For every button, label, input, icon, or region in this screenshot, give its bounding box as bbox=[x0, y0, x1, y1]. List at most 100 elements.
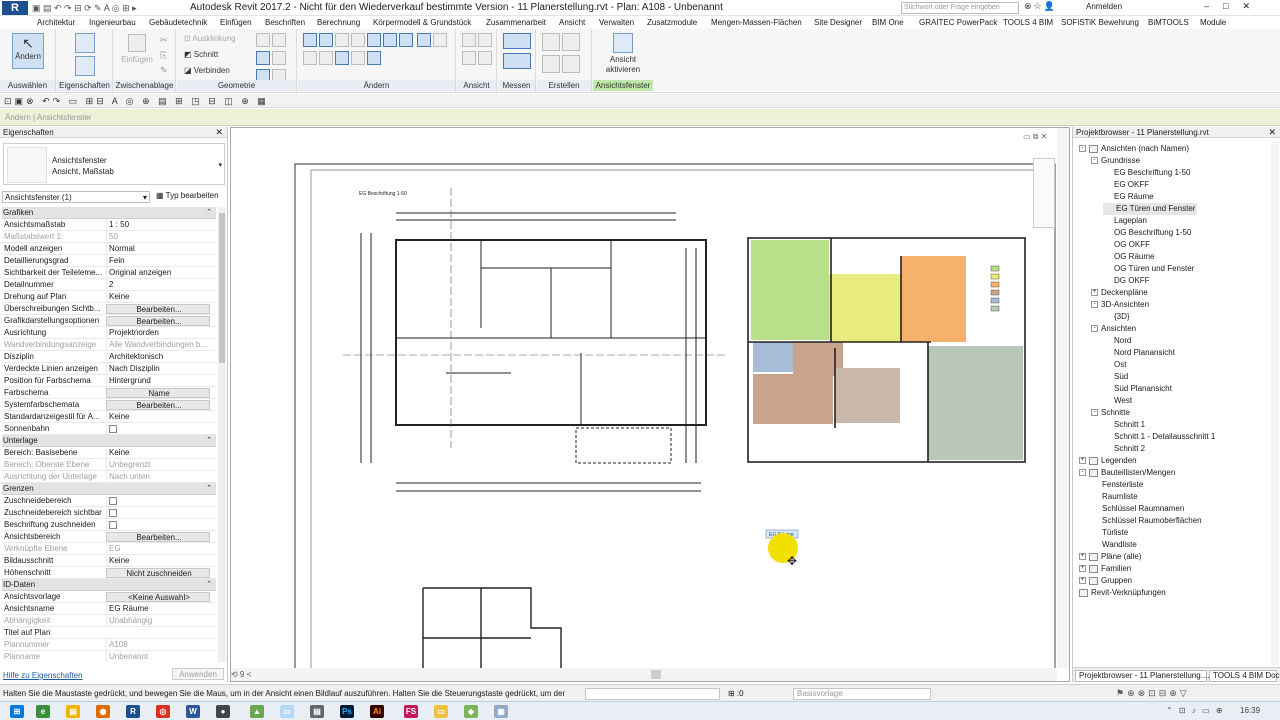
collapse-icon[interactable]: - bbox=[1091, 409, 1098, 417]
property-value[interactable]: Nach Disziplin bbox=[106, 363, 210, 374]
secondary-toolbar-icons[interactable]: ⊡▣⊗ ↶↷ ▭ ⊞⊟ A ◎ ⊕ ▤ ⊞ ◳ ⊟ ◫ ⊕ ▦ bbox=[0, 94, 1280, 108]
firefox-icon[interactable]: ◉ bbox=[96, 705, 110, 718]
ribbon-tab-13[interactable]: BIM One bbox=[872, 18, 904, 27]
property-group-header[interactable]: Grenzen ⌃ bbox=[2, 483, 216, 495]
tree-item[interactable]: Ost bbox=[1103, 359, 1126, 371]
tree-item[interactable]: Schnitt 1 - Detailausschnitt 1 bbox=[1103, 431, 1215, 443]
ribbon-tab-2[interactable]: Gebäudetechnik bbox=[149, 18, 207, 27]
explorer-icon[interactable]: ▤ bbox=[66, 705, 80, 718]
collapse-icon[interactable]: ⌃ bbox=[206, 483, 212, 495]
ribbon-tab-4[interactable]: Beschriften bbox=[265, 18, 305, 27]
ribbon-tab-17[interactable]: BiMTOOLS bbox=[1148, 18, 1189, 27]
tree-item[interactable]: {3D} bbox=[1103, 311, 1130, 323]
property-value[interactable]: EG Räume bbox=[106, 603, 210, 614]
property-value[interactable]: Keine bbox=[106, 447, 210, 458]
tree-item[interactable]: Raumliste bbox=[1091, 491, 1138, 503]
quick-access-toolbar-icons[interactable]: ▣ ▤ ↶ ↷ ⊟ ⟳ ✎ A ◎ ⊞ ▸ bbox=[32, 3, 137, 14]
tree-item[interactable]: - Ansichten (nach Namen) bbox=[1079, 143, 1189, 155]
expand-icon[interactable]: + bbox=[1079, 553, 1086, 561]
collapse-icon[interactable]: ⌃ bbox=[206, 207, 212, 219]
tree-item[interactable]: EG Beschriftung 1-50 bbox=[1103, 167, 1190, 179]
property-value[interactable]: Keine bbox=[106, 555, 210, 566]
app-icon[interactable]: ● bbox=[216, 705, 230, 718]
infocenter-icons[interactable]: ⊗☆👤 bbox=[1024, 1, 1057, 12]
tree-item[interactable]: - Bauteillisten/Mengen bbox=[1079, 467, 1175, 479]
ribbon-tab-8[interactable]: Ansicht bbox=[559, 18, 585, 27]
app-icon[interactable]: FS bbox=[404, 705, 418, 718]
window-controls[interactable]: –□✕ bbox=[1204, 1, 1264, 12]
ribbon-tab-15[interactable]: TOOLS 4 BIM bbox=[1003, 18, 1053, 27]
tree-item[interactable]: EG OKFF bbox=[1103, 179, 1149, 191]
create-tool-icons[interactable] bbox=[541, 32, 581, 76]
tree-item[interactable]: OG OKFF bbox=[1103, 239, 1150, 251]
property-value[interactable]: 2 bbox=[106, 279, 210, 290]
app-icon[interactable]: ▤ bbox=[310, 705, 324, 718]
expand-icon[interactable]: + bbox=[1079, 565, 1086, 573]
ribbon-tab-10[interactable]: Zusatzmodule bbox=[647, 18, 697, 27]
property-edit-button[interactable]: Bearbeiten... bbox=[106, 316, 210, 326]
tree-item[interactable]: + Familien bbox=[1079, 563, 1131, 575]
tree-item[interactable]: + Gruppen bbox=[1079, 575, 1132, 587]
ribbon-tab-18[interactable]: Module bbox=[1200, 18, 1226, 27]
scrollbar-thumb[interactable] bbox=[651, 670, 661, 679]
cutout-button[interactable]: ⊡ Ausklinkung bbox=[184, 34, 236, 43]
app-icon[interactable]: ◆ bbox=[464, 705, 478, 718]
collapse-icon[interactable]: ⌃ bbox=[206, 435, 212, 447]
property-group-header[interactable]: Unterlage ⌃ bbox=[2, 435, 216, 447]
tree-item[interactable]: - Ansichten bbox=[1091, 323, 1136, 335]
tree-item[interactable]: Türliste bbox=[1091, 527, 1128, 539]
tree-item[interactable]: Süd Planansicht bbox=[1103, 383, 1172, 395]
workset-dropdown[interactable] bbox=[585, 688, 720, 700]
revit-taskbar-icon[interactable]: R bbox=[126, 705, 140, 718]
tree-item[interactable]: + Legenden bbox=[1079, 455, 1137, 467]
tree-item[interactable]: Revit-Verknüpfungen bbox=[1079, 587, 1166, 599]
search-input[interactable]: Stichwort oder Frage eingeben bbox=[901, 2, 1019, 14]
select-panel-label[interactable]: Auswählen bbox=[0, 80, 55, 91]
ribbon-tab-14[interactable]: GRAITEC PowerPack bbox=[919, 18, 997, 27]
property-value[interactable]: Original anzeigen bbox=[106, 267, 210, 278]
tree-item[interactable]: + Pläne (alle) bbox=[1079, 551, 1141, 563]
navigation-bar[interactable] bbox=[1033, 158, 1055, 228]
collapse-icon[interactable]: ⌃ bbox=[206, 579, 212, 591]
tree-item[interactable]: Fensterliste bbox=[1091, 479, 1143, 491]
property-edit-button[interactable]: Name bbox=[106, 388, 210, 398]
design-option-dropdown[interactable]: Basisvorlage bbox=[793, 688, 931, 700]
tree-item[interactable]: Nord Planansicht bbox=[1103, 347, 1175, 359]
expand-icon[interactable]: + bbox=[1079, 457, 1086, 465]
checkbox[interactable] bbox=[109, 497, 117, 505]
modify-tool-icons[interactable] bbox=[302, 32, 452, 68]
app-icon[interactable]: ▣ bbox=[494, 705, 508, 718]
tree-item[interactable]: EG Räume bbox=[1103, 191, 1154, 203]
property-value[interactable] bbox=[106, 519, 210, 530]
property-value[interactable]: Normal bbox=[106, 243, 210, 254]
ribbon-tab-11[interactable]: Mengen-Massen-Flächen bbox=[711, 18, 802, 27]
apply-button[interactable]: Anwenden bbox=[172, 668, 224, 680]
tree-item[interactable]: DG OKFF bbox=[1103, 275, 1150, 287]
checkbox[interactable] bbox=[109, 521, 117, 529]
vertical-scrollbar[interactable] bbox=[1057, 128, 1069, 668]
tree-item[interactable]: -3D-Ansichten bbox=[1091, 299, 1149, 311]
chevron-down-icon[interactable]: ▾ bbox=[218, 161, 222, 169]
ribbon-tab-16[interactable]: SOFiSTiK Bewehrung bbox=[1061, 18, 1139, 27]
photoshop-icon[interactable]: Ps bbox=[340, 705, 354, 718]
tab-tools4bim-dock[interactable]: TOOLS 4 BIM Dock bbox=[1209, 670, 1280, 682]
tree-item[interactable]: Schlüssel Raumoberflächen bbox=[1091, 515, 1202, 527]
type-properties-icon[interactable] bbox=[75, 56, 95, 78]
properties-scrollbar[interactable] bbox=[218, 207, 226, 662]
property-value[interactable]: Keine bbox=[106, 291, 210, 302]
geometry-tool-icons[interactable] bbox=[255, 32, 287, 86]
expand-icon[interactable]: + bbox=[1079, 577, 1086, 585]
selection-filter-icons[interactable]: ⚑⊕⊗⊡⊟⊕▽ bbox=[1116, 688, 1190, 699]
scrollbar-thumb[interactable] bbox=[219, 213, 225, 363]
activate-view-button[interactable]: Ansicht aktivieren bbox=[599, 33, 647, 75]
ribbon-tab-5[interactable]: Berechnung bbox=[317, 18, 360, 27]
cut-button[interactable]: ◩ Schnitt bbox=[184, 50, 218, 59]
close-icon[interactable]: ✕ bbox=[215, 127, 223, 138]
view-control-icons[interactable]: ⟲ 9 < bbox=[231, 670, 251, 679]
tree-item[interactable]: Süd bbox=[1103, 371, 1128, 383]
tree-item[interactable]: Lageplan bbox=[1103, 215, 1147, 227]
ribbon-tab-6[interactable]: Körpermodell & Grundstück bbox=[373, 18, 471, 27]
view-tool-icons[interactable] bbox=[461, 32, 493, 68]
ribbon-tab-9[interactable]: Verwalten bbox=[599, 18, 634, 27]
modify-button[interactable]: ↖ Ändern bbox=[12, 33, 44, 69]
